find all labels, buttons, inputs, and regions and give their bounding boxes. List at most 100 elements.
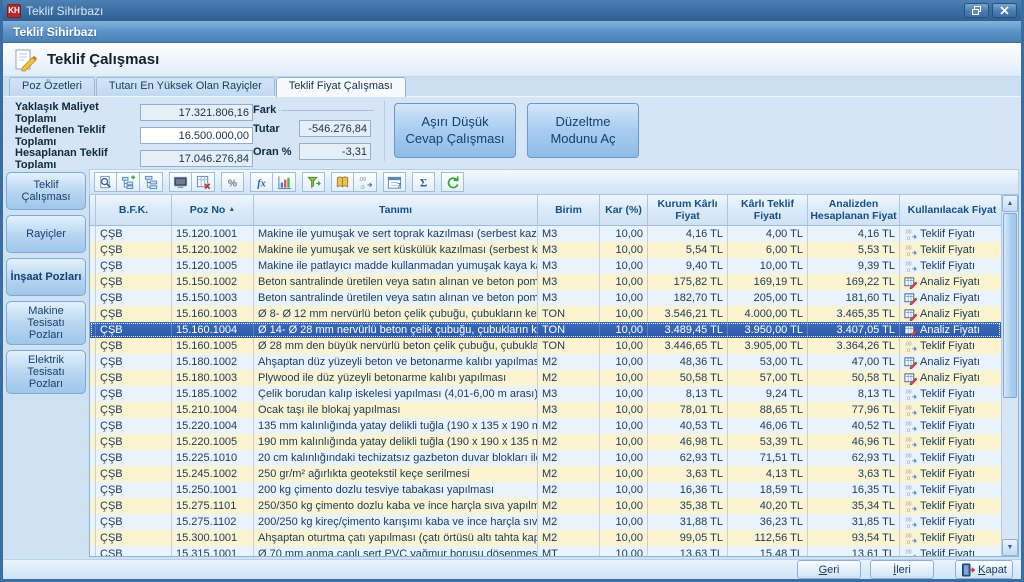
- close-button[interactable]: Kapat: [955, 560, 1013, 579]
- export-table-icon: [196, 175, 211, 190]
- table-row[interactable]: ÇŞB15.150.1003Beton santralinde üretilen…: [90, 290, 1001, 306]
- sidebar-item-teklif-calismasi[interactable]: Teklif Çalışması: [6, 172, 86, 210]
- cell-poz_no: 15.160.1004: [172, 322, 254, 338]
- tab-poz-ozetleri[interactable]: Poz Özetleri: [9, 77, 95, 96]
- toolbar-percent-button[interactable]: %: [221, 172, 244, 192]
- toolbar-decimals-button[interactable]: .00.0: [354, 172, 377, 192]
- table-row[interactable]: ÇŞB15.120.1001Makine ile yumuşak ve sert…: [90, 226, 1001, 242]
- summary-field-input[interactable]: [140, 150, 253, 167]
- svg-text:.00: .00: [904, 469, 911, 475]
- table-row[interactable]: ÇŞB15.275.1101250/350 kg çimento dozlu k…: [90, 498, 1001, 514]
- scroll-down-button[interactable]: ▼: [1002, 539, 1018, 556]
- toolbar-sum-button[interactable]: Σ: [412, 172, 435, 192]
- cell-tanim: 200/250 kg kireç/çimento karışımı kaba v…: [254, 514, 538, 530]
- cell-bfk: ÇŞB: [96, 402, 172, 418]
- table-row[interactable]: ÇŞB15.150.1002Beton santralinde üretilen…: [90, 274, 1001, 290]
- sidebar-item-insaat-pozlari[interactable]: İnşaat Pozları: [6, 258, 86, 296]
- table-row[interactable]: ÇŞB15.210.1004Ocak taşı ile blokaj yapıl…: [90, 402, 1001, 418]
- table-row[interactable]: ÇŞB15.160.1003Ø 8- Ø 12 mm nervürlü beto…: [90, 306, 1001, 322]
- cell-fiyat: .00.0Teklif Fiyatı: [900, 418, 1001, 434]
- toolbar-book-button[interactable]: [331, 172, 354, 192]
- table-row[interactable]: ÇŞB15.250.1001200 kg çimento dozlu tesvi…: [90, 482, 1001, 498]
- sidebar-item-makine-tesisati-pozlari[interactable]: Makine Tesisatı Pozları: [6, 301, 86, 345]
- column-header-kar[interactable]: Kar (%): [600, 195, 648, 226]
- window-title: Teklif Sihirbazı: [26, 4, 961, 18]
- sidebar-item-elektrik-tesisati-pozlari[interactable]: Elektrik Tesisatı Pozları: [6, 350, 86, 394]
- chart-icon: [277, 175, 292, 190]
- cell-fiyat: Analiz Fiyatı: [900, 274, 1001, 290]
- window-restore-button[interactable]: [964, 3, 989, 18]
- back-button[interactable]: Geri: [797, 560, 861, 579]
- vertical-scrollbar[interactable]: ▲ ▼: [1001, 195, 1018, 556]
- price-source-label: Teklif Fiyatı: [920, 338, 975, 354]
- table-row[interactable]: ÇŞB15.160.1005Ø 28 mm den büyük nervürlü…: [90, 338, 1001, 354]
- cell-kar: 10,00: [600, 386, 648, 402]
- cell-kurum_karli: 3.546,21 TL: [648, 306, 728, 322]
- toolbar-calendar-button[interactable]: 7: [383, 172, 406, 192]
- tab-teklif-fiyat-calismasi[interactable]: Teklif Fiyat Çalışması: [276, 77, 406, 97]
- difference-input[interactable]: [299, 143, 371, 160]
- table-row[interactable]: ÇŞB15.225.101020 cm kalınlığındaki techi…: [90, 450, 1001, 466]
- cell-bfk: ÇŞB: [96, 466, 172, 482]
- cell-analizden: 77,96 TL: [808, 402, 900, 418]
- scroll-up-button[interactable]: ▲: [1002, 195, 1018, 212]
- toolbar-screen-button[interactable]: [169, 172, 192, 192]
- column-header-bfk[interactable]: B.F.K.: [96, 195, 172, 226]
- toolbar-export-table-button[interactable]: [192, 172, 215, 192]
- table-row[interactable]: ÇŞB15.220.1004135 mm kalınlığında yatay …: [90, 418, 1001, 434]
- column-header-label: Kârlı Teklif Fiyatı: [730, 198, 805, 222]
- window-close-button[interactable]: [992, 3, 1017, 18]
- price-source-label: Teklif Fiyatı: [920, 418, 975, 434]
- table-row[interactable]: ÇŞB15.120.1005Makine ile patlayıcı madde…: [90, 258, 1001, 274]
- column-header-kurum_karli[interactable]: Kurum Kârlı Fiyat: [648, 195, 728, 226]
- difference-input[interactable]: [299, 120, 371, 137]
- table-row[interactable]: ÇŞB15.160.1004Ø 14- Ø 28 mm nervürlü bet…: [90, 322, 1001, 338]
- cell-karli_teklif: 46,06 TL: [728, 418, 808, 434]
- table-row[interactable]: ÇŞB15.245.1002250 gr/m² ağırlıkta geotek…: [90, 466, 1001, 482]
- table-row[interactable]: ÇŞB15.180.1002Ahşaptan düz yüzeyli beton…: [90, 354, 1001, 370]
- table-row[interactable]: ÇŞB15.315.1001Ø 70 mm anma çaplı sert PV…: [90, 546, 1001, 556]
- summary-field-input[interactable]: [140, 127, 253, 144]
- column-header-analizden[interactable]: Analizden Hesaplanan Fiyat: [808, 195, 900, 226]
- cell-karli_teklif: 112,56 TL: [728, 530, 808, 546]
- table-row[interactable]: ÇŞB15.220.1005190 mm kalınlığında yatay …: [90, 434, 1001, 450]
- tab-tutari-en-yuksek-olan-rayicler[interactable]: Tutarı En Yüksek Olan Rayiçler: [96, 77, 275, 96]
- next-button[interactable]: İleri: [870, 560, 934, 579]
- toolbar-refresh-button[interactable]: [441, 172, 464, 192]
- toolbar-chart-button[interactable]: [273, 172, 296, 192]
- cell-karli_teklif: 71,51 TL: [728, 450, 808, 466]
- toolbar-formula-button[interactable]: fx: [250, 172, 273, 192]
- toolbar-preview-button[interactable]: [94, 172, 117, 192]
- table-row[interactable]: ÇŞB15.120.1002Makine ile yumuşak ve sert…: [90, 242, 1001, 258]
- cell-birim: TON: [538, 338, 600, 354]
- title-bar[interactable]: KH Teklif Sihirbazı: [3, 0, 1021, 21]
- cell-analizden: 40,52 TL: [808, 418, 900, 434]
- table-row[interactable]: ÇŞB15.275.1102200/250 kg kireç/çimento k…: [90, 514, 1001, 530]
- column-header-tanim[interactable]: Tanımı: [254, 195, 538, 226]
- toolbar-filter-button[interactable]: [302, 172, 325, 192]
- cell-karli_teklif: 4,13 TL: [728, 466, 808, 482]
- table-row[interactable]: ÇŞB15.180.1003Plywood ile düz yüzeyli be…: [90, 370, 1001, 386]
- cell-analizden: 3.364,26 TL: [808, 338, 900, 354]
- price-source-label: Analiz Fiyatı: [920, 354, 980, 370]
- cell-birim: M2: [538, 482, 600, 498]
- cell-kurum_karli: 182,70 TL: [648, 290, 728, 306]
- cell-fiyat: Analiz Fiyatı: [900, 322, 1001, 338]
- toolbar-group-list-button[interactable]: [140, 172, 163, 192]
- cell-birim: M2: [538, 418, 600, 434]
- sidebar-item-rayicler[interactable]: Rayiçler: [6, 215, 86, 253]
- table-row[interactable]: ÇŞB15.185.1002Çelik borudan kalıp iskele…: [90, 386, 1001, 402]
- scroll-thumb[interactable]: [1003, 213, 1017, 398]
- table-row[interactable]: ÇŞB15.300.1001Ahşaptan oturtma çatı yapı…: [90, 530, 1001, 546]
- column-header-poz_no[interactable]: Poz No▲: [172, 195, 254, 226]
- column-header-karli_teklif[interactable]: Kârlı Teklif Fiyatı: [728, 195, 808, 226]
- asiri-dusuk-cevap-calismasi-button[interactable]: Aşırı Düşük Cevap Çalışması: [394, 103, 516, 158]
- toolbar-add-group-button[interactable]: [117, 172, 140, 192]
- column-header-birim[interactable]: Birim: [538, 195, 600, 226]
- analysis-price-icon: [904, 372, 917, 385]
- cell-kar: 10,00: [600, 338, 648, 354]
- summary-field-input[interactable]: [140, 104, 253, 121]
- column-header-fiyat[interactable]: Kullanılacak Fiyat: [900, 195, 1005, 226]
- cell-fiyat: .00.0Teklif Fiyatı: [900, 386, 1001, 402]
- duzeltme-modunu-ac-button[interactable]: Düzeltme Modunu Aç: [527, 103, 639, 158]
